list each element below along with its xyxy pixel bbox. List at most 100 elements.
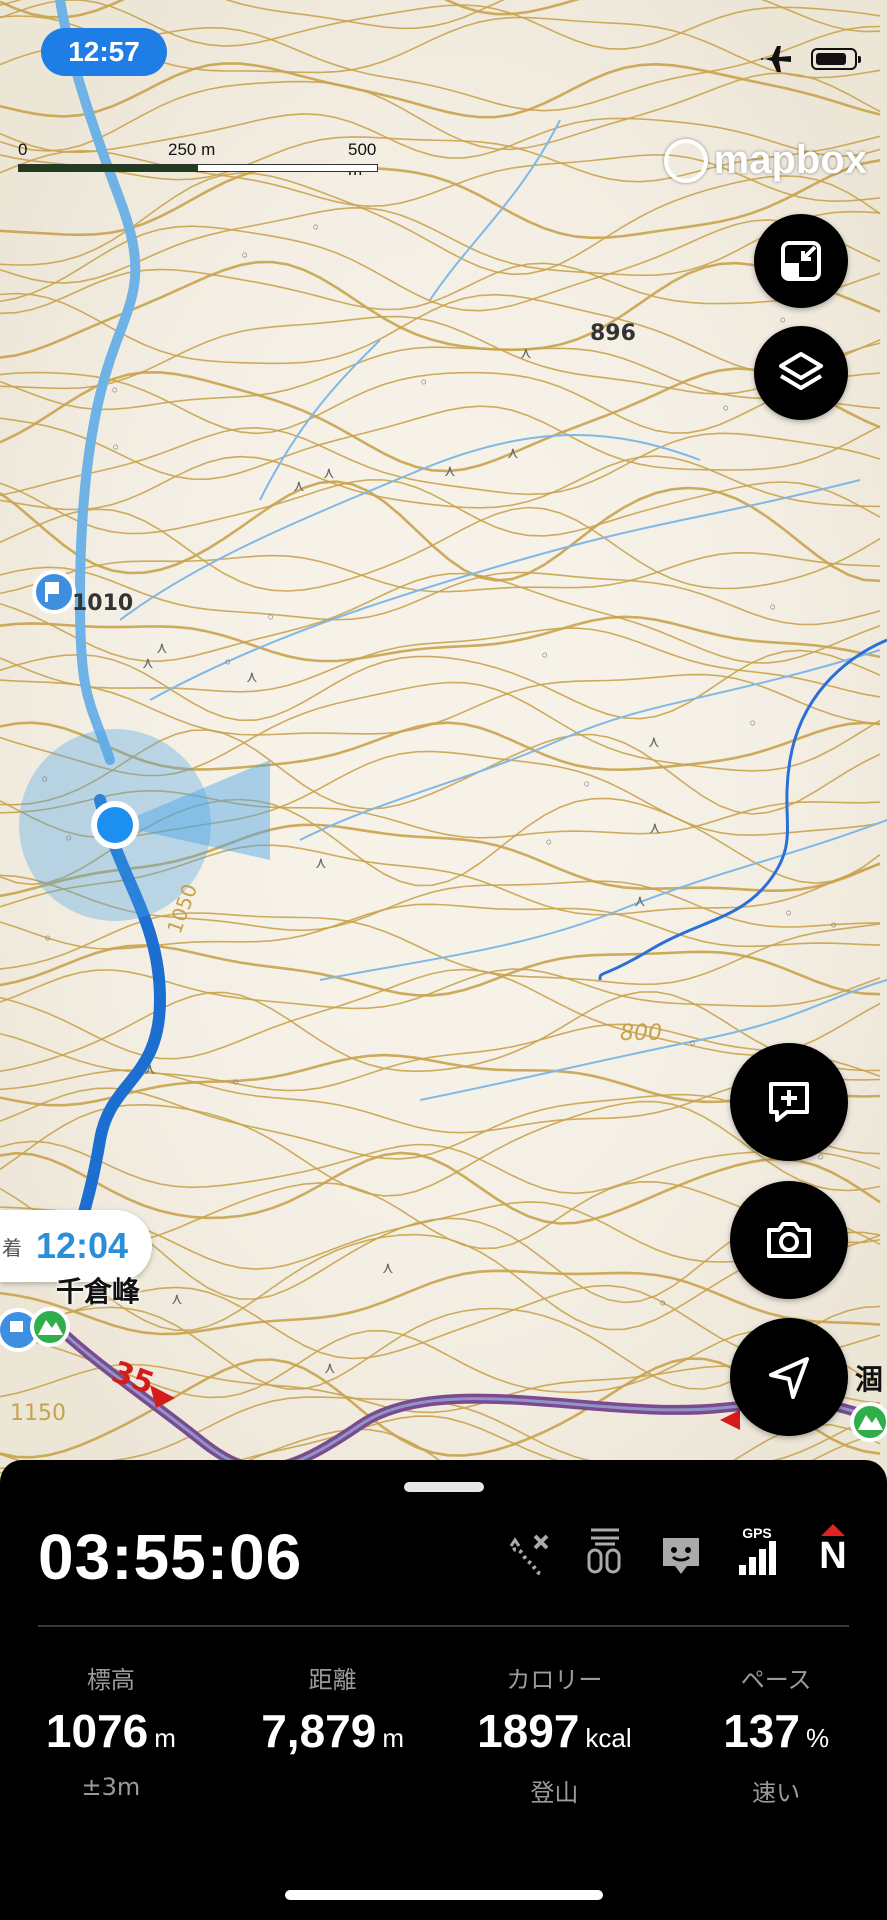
vegetation-symbol: ⋏: [323, 463, 335, 482]
vegetation-symbol: ⋏: [634, 891, 646, 910]
vegetation-symbol: ◦: [658, 1294, 667, 1313]
vegetation-symbol: ◦: [111, 438, 120, 457]
vegetation-symbol: ◦: [231, 1073, 240, 1092]
vegetation-symbol: ⋏: [156, 638, 168, 657]
vegetation-symbol: ◦: [768, 598, 777, 617]
stat-label: 距離: [308, 1666, 357, 1694]
right-peak-label: 涸: [855, 1363, 884, 1396]
vegetation-symbol: ⋏: [144, 1059, 156, 1078]
stat-sub: ±3m: [81, 1773, 141, 1801]
stat-unit: %: [805, 1723, 830, 1753]
stat-sub: [222, 1773, 444, 1803]
add-memo-button[interactable]: [730, 1043, 848, 1161]
vegetation-symbol: ◦: [540, 646, 549, 665]
elevation-label: 896: [590, 321, 636, 346]
panel-grabber[interactable]: [404, 1482, 484, 1492]
camera-icon: [767, 1222, 811, 1258]
mapbox-attribution[interactable]: mapbox: [663, 138, 867, 183]
vegetation-symbol: ◦: [266, 608, 275, 627]
stat-sub: 速い: [752, 1779, 801, 1807]
north-label: N: [819, 1535, 847, 1577]
map-scale-bar: 0 250 m 500 m: [18, 140, 378, 180]
stats-row: 標高 1076 m ±3m 距離 7,879 m カロリー 1897 kcal 登山 …: [0, 1660, 887, 1807]
vegetation-symbol: ◦: [419, 373, 428, 392]
mapbox-logo-icon: [663, 138, 708, 183]
stat-value: 1076: [45, 1705, 149, 1757]
stat-value: 1897: [477, 1705, 580, 1757]
navigate-icon: [769, 1357, 809, 1399]
stat-sub: 登山: [530, 1779, 579, 1807]
collapse-icon: [781, 241, 821, 281]
vegetation-symbol: ⋏: [293, 476, 305, 495]
stat-unit: m: [382, 1723, 405, 1753]
vegetation-symbol: ⋏: [142, 653, 154, 672]
elapsed-time: 03:55:06: [38, 1521, 303, 1593]
arrival-prefix: 着: [2, 1235, 22, 1260]
vegetation-symbol: ⋏: [520, 343, 532, 362]
stat-label: 標高: [86, 1666, 135, 1694]
stat-value: 7,879: [261, 1705, 377, 1757]
stat-unit: kcal: [585, 1723, 632, 1753]
route-off-icon[interactable]: [505, 1522, 553, 1578]
vegetation-symbol: ◦: [721, 399, 730, 418]
vegetation-symbol: ⋏: [246, 667, 258, 686]
vegetation-symbol: ⋏: [507, 443, 519, 462]
vegetation-symbol: ◦: [43, 929, 52, 948]
scale-label-mid: 250 m: [168, 140, 216, 159]
stat-distance: 距離 7,879 m: [222, 1660, 444, 1803]
navigate-button[interactable]: [730, 1318, 848, 1436]
stat-label: カロリー: [506, 1666, 603, 1694]
vegetation-symbol: ⋏: [171, 1289, 183, 1308]
stat-unit: m: [154, 1723, 176, 1753]
vegetation-symbol: ⋏: [649, 818, 661, 837]
vegetation-symbol: ◦: [223, 653, 232, 672]
vegetation-symbol: ◦: [829, 916, 838, 935]
scale-label-end: 500 m: [348, 140, 377, 179]
vegetation-symbol: ◦: [64, 829, 73, 848]
add-memo-icon: [769, 1082, 809, 1122]
status-icons: [759, 44, 861, 74]
layers-button[interactable]: [754, 326, 848, 420]
vegetation-symbol: ◦: [40, 770, 49, 789]
stat-elevation: 標高 1076 m ±3m: [0, 1660, 222, 1803]
panel-divider: [38, 1625, 849, 1627]
vegetation-symbol: ◦: [784, 904, 793, 923]
stat-calories: カロリー 1897 kcal 登山: [444, 1660, 666, 1807]
face-icon[interactable]: [657, 1522, 705, 1578]
vegetation-symbol: ⋏: [315, 853, 327, 872]
layers-icon: [779, 352, 823, 390]
collapse-map-button[interactable]: [754, 214, 848, 308]
camera-button[interactable]: [730, 1181, 848, 1299]
stat-value: 137: [723, 1705, 800, 1757]
scale-label-start: 0: [18, 140, 28, 159]
stat-label: ペース: [740, 1666, 812, 1694]
vegetation-symbol: ⋏: [648, 732, 660, 751]
elevation-label: 800: [620, 1021, 662, 1046]
home-indicator[interactable]: [285, 1890, 603, 1900]
gps-signal-icon: GPS: [733, 1522, 781, 1578]
waypoints-icon[interactable]: [581, 1522, 629, 1578]
arrival-time: 12:04: [36, 1225, 129, 1266]
vegetation-symbol: ◦: [748, 714, 757, 733]
vegetation-symbol: ◦: [688, 1034, 697, 1053]
vegetation-symbol: ◦: [110, 381, 119, 400]
status-icon-row: GPS N: [505, 1522, 857, 1578]
tracking-panel[interactable]: 03:55:06 GPS N 標高 1076 m ±3m 距離 7,879 m …: [0, 1460, 887, 1920]
vegetation-symbol: ◦: [240, 246, 249, 265]
battery-icon: [811, 48, 861, 70]
vegetation-symbol: ⋏: [324, 1358, 336, 1377]
status-time: 12:57: [41, 28, 167, 76]
gps-label: GPS: [742, 1525, 772, 1541]
vegetation-symbol: ◦: [311, 218, 320, 237]
stat-pace: ペース 137% 速い: [665, 1660, 887, 1807]
vegetation-symbol: ◦: [544, 833, 553, 852]
elevation-label: 1150: [10, 1401, 66, 1426]
airplane-icon: [761, 46, 791, 72]
compass-north-icon[interactable]: N: [809, 1522, 857, 1578]
peak-name-label: 千倉峰: [56, 1275, 141, 1308]
elevation-label: 1010: [72, 591, 133, 616]
vegetation-symbol: ◦: [582, 775, 591, 794]
mapbox-wordmark: mapbox: [713, 138, 867, 182]
vegetation-symbol: ⋏: [382, 1258, 394, 1277]
vegetation-symbol: ⋏: [444, 461, 456, 480]
